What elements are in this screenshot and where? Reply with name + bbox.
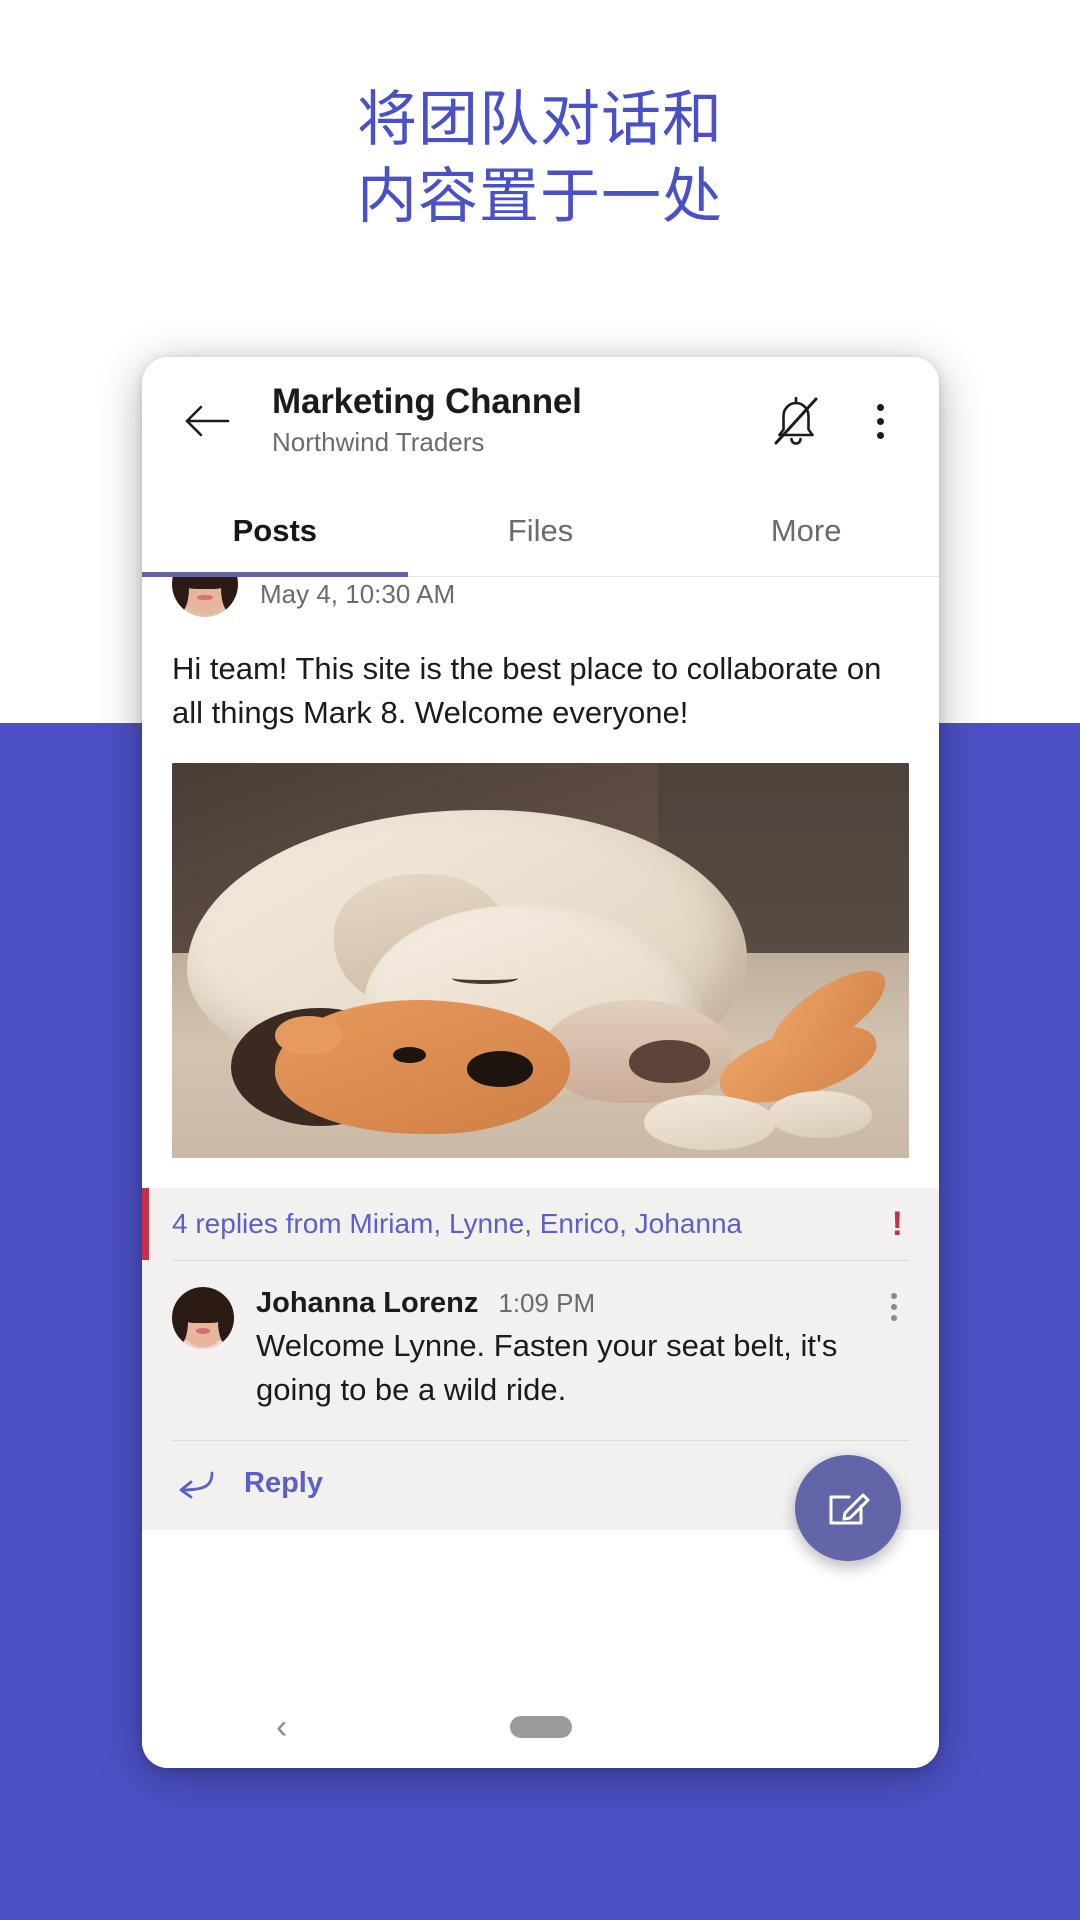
channel-overflow-button[interactable] [851, 392, 909, 450]
reply-kebab-dot-1 [891, 1293, 897, 1299]
dog-paw-second [769, 1091, 872, 1138]
notification-toggle-button[interactable] [767, 392, 825, 450]
reply-kebab-dot-3 [891, 1315, 897, 1321]
toy-spot [467, 1051, 533, 1087]
dog-paw [644, 1095, 777, 1150]
post-author-avatar[interactable] [172, 577, 238, 617]
urgent-exclamation-icon: ! [892, 1207, 909, 1241]
compose-icon [822, 1482, 874, 1534]
kebab-dot-3 [877, 432, 884, 439]
tab-posts[interactable]: Posts [142, 485, 408, 576]
post-meta: May 4, 10:30 AM [260, 577, 455, 610]
tab-bar: Posts Files More [142, 485, 939, 577]
reply-arrow-icon [172, 1469, 216, 1499]
channel-title: Marketing Channel [272, 382, 767, 422]
posts-feed[interactable]: May 4, 10:30 AM Hi team! This site is th… [142, 577, 939, 1686]
compose-fab[interactable] [795, 1455, 901, 1561]
reply-avatar-hair-right [218, 1298, 234, 1344]
reply-item[interactable]: Johanna Lorenz 1:09 PM Welcome Lynne. Fa… [142, 1261, 939, 1412]
reply-author-avatar[interactable] [172, 1287, 234, 1349]
avatar-face [172, 577, 238, 617]
nav-home-pill[interactable] [510, 1716, 572, 1738]
app-bar: Marketing Channel Northwind Traders [142, 357, 939, 485]
reply-body-text: Welcome Lynne. Fasten your seat belt, it… [256, 1324, 879, 1412]
replies-summary-label: 4 replies from Miriam, Lynne, Enrico, Jo… [172, 1208, 892, 1240]
bell-muted-icon [770, 393, 822, 449]
avatar-hair-right [221, 577, 238, 612]
reply-content: Johanna Lorenz 1:09 PM Welcome Lynne. Fa… [256, 1287, 879, 1412]
urgent-indicator-bar [142, 1188, 149, 1260]
reply-avatar-eye-left [191, 1318, 197, 1321]
nav-back-button[interactable]: ‹ [276, 1710, 287, 1744]
reply-timestamp: 1:09 PM [498, 1288, 595, 1319]
android-nav-bar: ‹ [142, 1686, 939, 1768]
toy-ear [275, 1016, 341, 1056]
replies-summary-row[interactable]: 4 replies from Miriam, Lynne, Enrico, Jo… [142, 1188, 939, 1260]
tab-posts-label: Posts [233, 513, 317, 549]
tab-files-label: Files [508, 513, 573, 549]
reply-kebab-dot-2 [891, 1304, 897, 1310]
reply-overflow-button[interactable] [879, 1287, 909, 1412]
phone-mockup: Marketing Channel Northwind Traders [142, 357, 939, 1768]
team-name: Northwind Traders [272, 426, 767, 460]
reply-author-name: Johanna Lorenz [256, 1287, 478, 1320]
reply-header: Johanna Lorenz 1:09 PM [256, 1287, 879, 1320]
tab-more[interactable]: More [673, 485, 939, 576]
screenshot-root: 将团队对话和 内容置于一处 Marketing Channel Northwin… [0, 0, 1080, 1920]
headline-line-2: 内容置于一处 [0, 159, 1080, 236]
post-item[interactable]: May 4, 10:30 AM Hi team! This site is th… [142, 577, 939, 1158]
reply-avatar-lips [196, 1328, 211, 1334]
tab-files[interactable]: Files [408, 485, 674, 576]
arrow-left-icon [184, 404, 230, 438]
post-body-text: Hi team! This site is the best place to … [142, 617, 939, 735]
back-button[interactable] [176, 390, 238, 452]
app-bar-actions [767, 392, 909, 450]
reply-avatar-hair-left [172, 1298, 188, 1344]
page-headline: 将团队对话和 内容置于一处 [0, 82, 1080, 236]
kebab-dot-2 [877, 418, 884, 425]
tab-more-label: More [771, 513, 842, 549]
app-bar-titles: Marketing Channel Northwind Traders [272, 382, 767, 459]
post-header: May 4, 10:30 AM [142, 577, 939, 617]
post-image[interactable] [172, 763, 909, 1158]
reply-avatar-face [172, 1287, 234, 1349]
dog-photo [172, 763, 909, 1158]
kebab-dot-1 [877, 404, 884, 411]
headline-line-1: 将团队对话和 [0, 82, 1080, 159]
reply-button-label: Reply [244, 1467, 323, 1500]
dog-nose [629, 1040, 710, 1083]
post-timestamp: May 4, 10:30 AM [260, 579, 455, 610]
